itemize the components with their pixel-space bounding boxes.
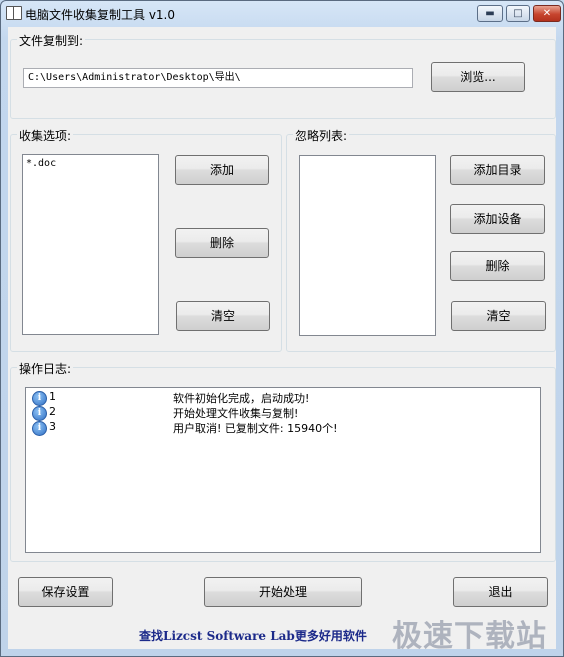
log-row-message: 软件初始化完成，启动成功!: [173, 392, 310, 405]
window-title: 电脑文件收集复制工具 v1.0: [25, 8, 176, 22]
operation-log-label: 操作日志:: [17, 360, 74, 377]
client-area: 文件复制到: C:\Users\Administrator\Desktop\导出…: [8, 27, 556, 654]
more-software-link[interactable]: 查找Lizcst Software Lab更多好用软件: [139, 627, 367, 644]
destination-path-input[interactable]: C:\Users\Administrator\Desktop\导出\: [23, 68, 413, 88]
app-book-icon: [6, 6, 22, 20]
info-icon: i: [32, 406, 47, 421]
site-watermark: 极速下载站: [392, 619, 547, 654]
operation-log-list[interactable]: i 1 软件初始化完成，启动成功! i 2 开始处理文件收集与复制! i 3 用户取消! 已复制…: [25, 387, 541, 553]
log-row-message: 用户取消! 已复制文件: 15940个!: [173, 422, 338, 435]
ignore-list[interactable]: [299, 155, 436, 336]
start-processing-button[interactable]: 开始处理: [204, 577, 362, 607]
ignore-list-label: 忽略列表:: [293, 127, 350, 144]
save-settings-button[interactable]: 保存设置: [18, 577, 113, 607]
exit-button[interactable]: 退出: [453, 577, 548, 607]
minimize-button[interactable]: ▬: [477, 5, 503, 22]
add-device-button[interactable]: 添加设备: [450, 204, 545, 234]
collect-delete-button[interactable]: 删除: [175, 228, 269, 258]
app-window: 电脑文件收集复制工具 v1.0 ▬ □ ✕ 文件复制到: C:\Users\Ad…: [0, 0, 564, 657]
collect-options-list[interactable]: *.doc: [22, 154, 159, 335]
maximize-icon: □: [513, 8, 523, 19]
copy-to-label: 文件复制到:: [17, 32, 86, 49]
operation-log-group: 操作日志: i 1 软件初始化完成，启动成功! i 2 开始处理文件收集与复制! i 3 用户取…: [10, 360, 556, 562]
close-button[interactable]: ✕: [533, 5, 561, 22]
log-row-number: 1: [49, 390, 56, 403]
collect-option-item[interactable]: *.doc: [26, 157, 155, 171]
collect-clear-button[interactable]: 清空: [176, 301, 270, 331]
browse-button[interactable]: 浏览...: [431, 62, 525, 92]
info-icon: i: [32, 391, 47, 406]
copy-to-group: 文件复制到: C:\Users\Administrator\Desktop\导出…: [10, 32, 556, 119]
minimize-icon: ▬: [485, 8, 495, 19]
collect-options-group: 收集选项: *.doc 添加 删除 清空: [10, 127, 282, 352]
log-row-number: 2: [49, 405, 56, 418]
collect-add-button[interactable]: 添加: [175, 155, 269, 185]
log-row-message: 开始处理文件收集与复制!: [173, 407, 299, 420]
ignore-list-group: 忽略列表: 添加目录 添加设备 删除 清空: [286, 127, 556, 352]
log-row-number: 3: [49, 420, 56, 433]
ignore-clear-button[interactable]: 清空: [451, 301, 546, 331]
add-directory-button[interactable]: 添加目录: [450, 155, 545, 185]
collect-options-label: 收集选项:: [17, 127, 74, 144]
title-bar[interactable]: 电脑文件收集复制工具 v1.0 ▬ □ ✕: [1, 1, 563, 27]
ignore-delete-button[interactable]: 删除: [450, 251, 545, 281]
info-icon: i: [32, 421, 47, 436]
maximize-button[interactable]: □: [506, 5, 530, 22]
close-icon: ✕: [542, 8, 552, 19]
